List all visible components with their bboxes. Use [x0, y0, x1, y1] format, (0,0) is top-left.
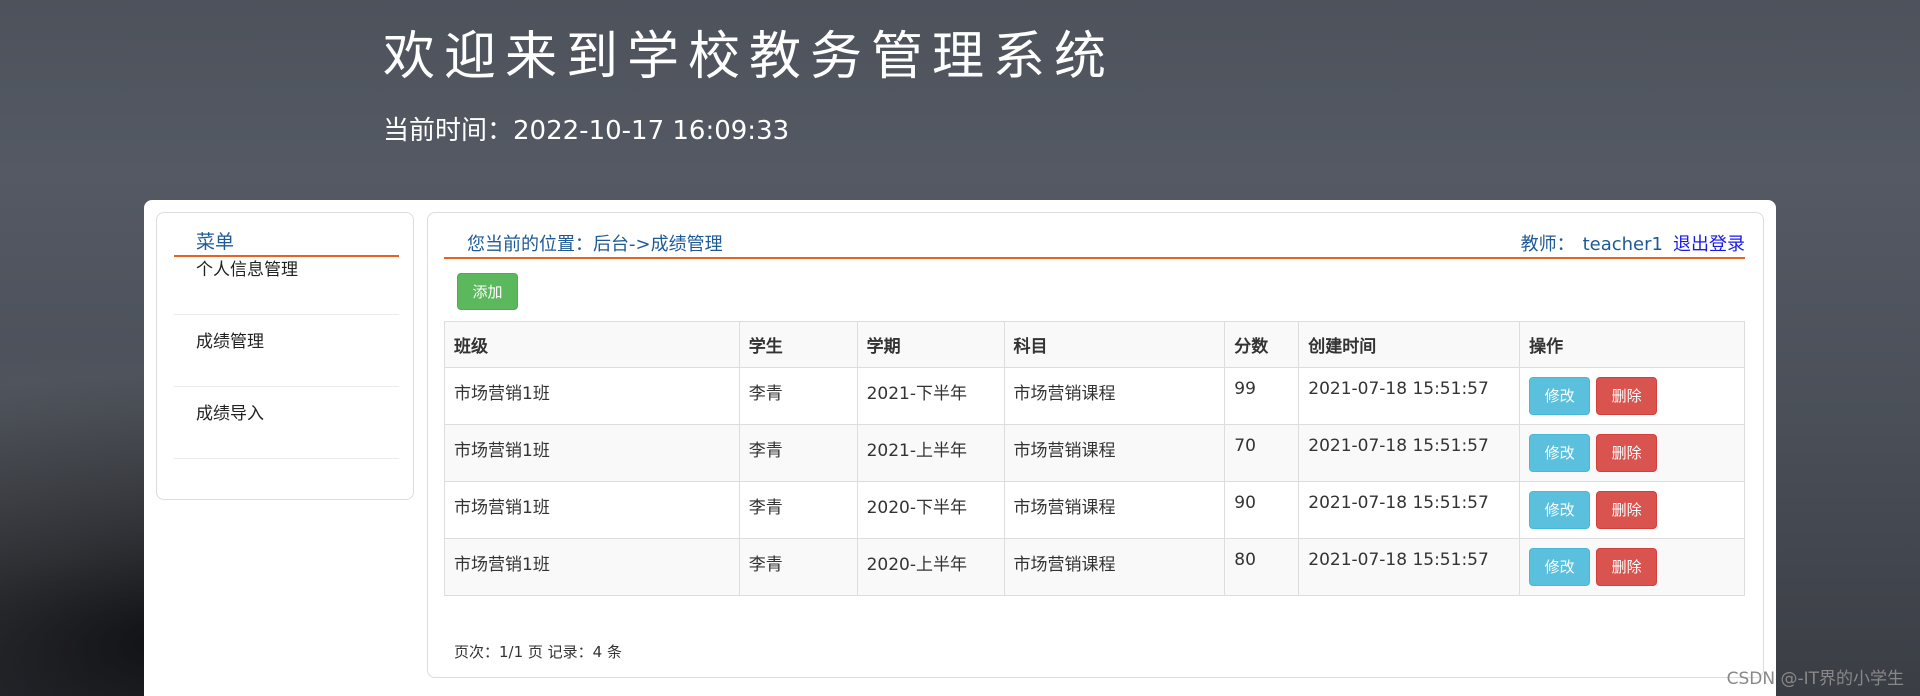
sidebar-item-personal-info[interactable]: 个人信息管理	[174, 259, 399, 315]
cell-class: 市场营销1班	[444, 367, 740, 425]
cell-actions: 修改 删除	[1519, 538, 1745, 596]
sidebar: 菜单 个人信息管理 成绩管理 成绩导入	[156, 212, 414, 500]
cell-term: 2020-上半年	[856, 538, 1005, 596]
cell-created: 2021-07-18 15:51:57	[1298, 538, 1521, 596]
cell-term: 2021-下半年	[856, 367, 1005, 425]
cell-created: 2021-07-18 15:51:57	[1298, 367, 1521, 425]
cell-subject: 市场营销课程	[1003, 481, 1226, 539]
pagination-info: 页次：1/1 页 记录：4 条	[454, 643, 622, 661]
user-name: teacher1	[1582, 234, 1663, 255]
edit-button[interactable]: 修改	[1529, 491, 1591, 529]
add-button[interactable]: 添加	[457, 273, 518, 310]
cell-created: 2021-07-18 15:51:57	[1298, 424, 1521, 482]
delete-button[interactable]: 删除	[1596, 377, 1658, 415]
cell-class: 市场营销1班	[444, 424, 740, 482]
main-panel: 菜单 个人信息管理 成绩管理 成绩导入 您当前的位置：后台->成绩管理 教师： t…	[144, 200, 1776, 696]
delete-button[interactable]: 删除	[1596, 491, 1658, 529]
cell-created: 2021-07-18 15:51:57	[1298, 481, 1521, 539]
sidebar-item-grades[interactable]: 成绩管理	[174, 315, 399, 387]
edit-button[interactable]: 修改	[1529, 548, 1591, 586]
cell-term: 2021-上半年	[856, 424, 1005, 482]
sidebar-menu: 个人信息管理 成绩管理 成绩导入	[174, 259, 399, 459]
header-created: 创建时间	[1298, 321, 1521, 368]
cell-subject: 市场营销课程	[1003, 367, 1226, 425]
header-actions: 操作	[1519, 321, 1745, 368]
time-value: 2022-10-17 16:09:33	[513, 116, 790, 146]
cell-subject: 市场营销课程	[1003, 538, 1226, 596]
header-term: 学期	[856, 321, 1005, 368]
cell-class: 市场营销1班	[444, 538, 740, 596]
header-student: 学生	[738, 321, 858, 368]
sidebar-title: 菜单	[174, 229, 399, 257]
system-title: 欢迎来到学校教务管理系统	[383, 27, 1116, 87]
table-row: 市场营销1班 李青 2020-上半年 市场营销课程 80 2021-07-18 …	[444, 538, 1745, 596]
delete-button[interactable]: 删除	[1596, 434, 1658, 472]
cell-student: 李青	[738, 367, 858, 425]
cell-subject: 市场营销课程	[1003, 424, 1226, 482]
content-panel: 您当前的位置：后台->成绩管理 教师： teacher1 退出登录 添加 班级 学生…	[427, 212, 1764, 678]
table-header-row: 班级 学生 学期 科目 分数 创建时间 操作	[444, 321, 1745, 368]
cell-student: 李青	[738, 424, 858, 482]
cell-student: 李青	[738, 481, 858, 539]
time-label: 当前时间：	[383, 116, 514, 146]
logout-link[interactable]: 退出登录	[1673, 234, 1745, 255]
cell-score: 70	[1224, 424, 1300, 482]
cell-class: 市场营销1班	[444, 481, 740, 539]
breadcrumb: 您当前的位置：后台->成绩管理	[467, 234, 723, 255]
grades-table: 班级 学生 学期 科目 分数 创建时间 操作 市场营销1班 李青 2021-下半…	[444, 321, 1745, 596]
watermark: CSDN @-IT界的小学生	[1726, 669, 1904, 689]
header-class: 班级	[444, 321, 740, 368]
user-box: 教师： teacher1 退出登录	[1521, 230, 1745, 256]
table-row: 市场营销1班 李青 2021-上半年 市场营销课程 70 2021-07-18 …	[444, 424, 1745, 482]
header-subject: 科目	[1003, 321, 1226, 368]
cell-actions: 修改 删除	[1519, 481, 1745, 539]
cell-score: 80	[1224, 538, 1300, 596]
header-score: 分数	[1224, 321, 1300, 368]
cell-term: 2020-下半年	[856, 481, 1005, 539]
cell-actions: 修改 删除	[1519, 424, 1745, 482]
current-time: 当前时间：2022-10-17 16:09:33	[383, 110, 789, 147]
sidebar-item-grade-import[interactable]: 成绩导入	[174, 387, 399, 459]
user-role: 教师：	[1520, 234, 1575, 255]
content-header: 您当前的位置：后台->成绩管理 教师： teacher1 退出登录	[444, 227, 1745, 259]
edit-button[interactable]: 修改	[1529, 434, 1591, 472]
table-row: 市场营销1班 李青 2020-下半年 市场营销课程 90 2021-07-18 …	[444, 481, 1745, 539]
cell-score: 99	[1224, 367, 1300, 425]
cell-actions: 修改 删除	[1519, 367, 1745, 425]
delete-button[interactable]: 删除	[1596, 548, 1658, 586]
cell-score: 90	[1224, 481, 1300, 539]
edit-button[interactable]: 修改	[1529, 377, 1591, 415]
cell-student: 李青	[738, 538, 858, 596]
table-row: 市场营销1班 李青 2021-下半年 市场营销课程 99 2021-07-18 …	[444, 367, 1745, 425]
